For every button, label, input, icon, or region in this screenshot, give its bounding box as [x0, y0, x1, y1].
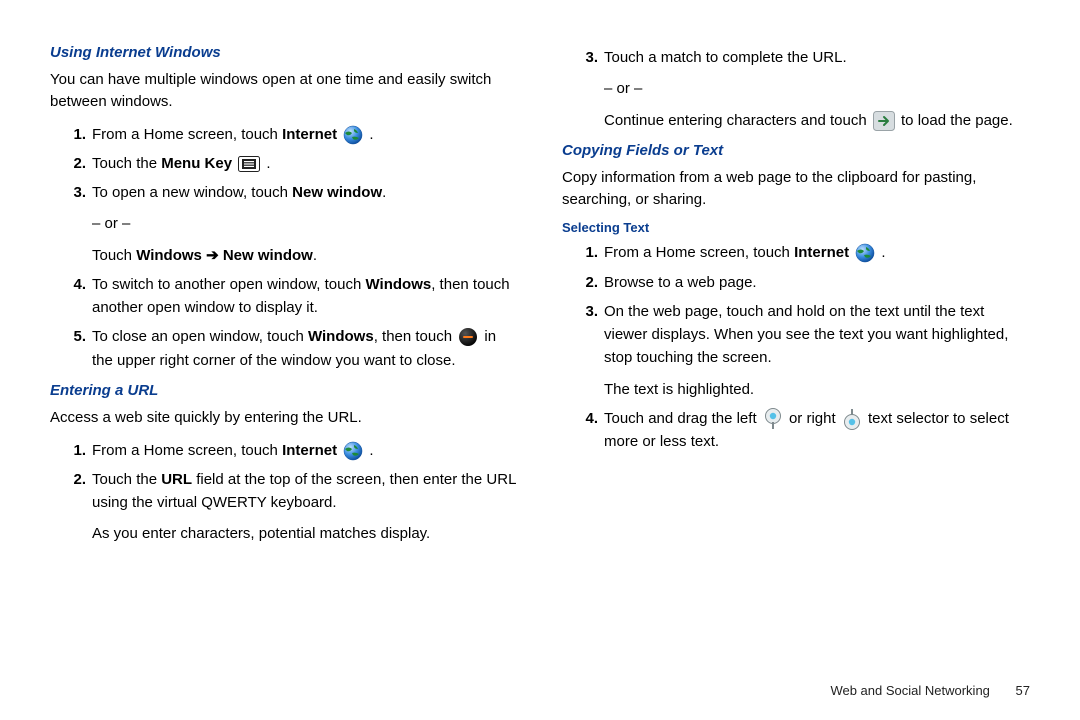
- text-bold: New window: [292, 184, 382, 201]
- text-or: – or –: [604, 77, 1030, 100]
- text: As you enter characters, potential match…: [92, 522, 518, 545]
- steps-using-internet-windows: From a Home screen, touch Internet . Tou…: [50, 123, 518, 372]
- step-item: To close an open window, touch Windows, …: [90, 325, 518, 372]
- arrow-icon: ➔: [202, 247, 223, 264]
- text: To switch to another open window, touch: [92, 276, 366, 293]
- internet-globe-icon: [343, 441, 363, 461]
- text-bold: Menu Key: [161, 155, 232, 172]
- step-item: On the web page, touch and hold on the t…: [602, 300, 1030, 401]
- right-column: Touch a match to complete the URL. – or …: [562, 40, 1030, 720]
- text: , then touch: [374, 328, 457, 345]
- page-footer: Web and Social Networking 57: [830, 683, 1030, 698]
- text: .: [313, 247, 317, 264]
- heading-entering-a-url: Entering a URL: [50, 382, 518, 399]
- text: .: [365, 126, 373, 143]
- step-item: From a Home screen, touch Internet .: [90, 439, 518, 462]
- text: To close an open window, touch: [92, 328, 308, 345]
- text: Touch a match to complete the URL.: [604, 49, 847, 66]
- menu-key-icon: [238, 156, 260, 172]
- text: Touch: [92, 247, 136, 264]
- text: Browse to a web page.: [604, 274, 757, 291]
- text: Touch the: [92, 471, 161, 488]
- step-item: Touch and drag the left or right text se…: [602, 407, 1030, 454]
- step-item: From a Home screen, touch Internet .: [602, 241, 1030, 264]
- text-selector-right-icon: [842, 408, 862, 430]
- text: From a Home screen, touch: [92, 442, 282, 459]
- text: To open a new window, touch: [92, 184, 292, 201]
- steps-entering-a-url-cont: Touch a match to complete the URL. – or …: [562, 46, 1030, 132]
- step-item: Touch the Menu Key .: [90, 152, 518, 175]
- text-bold: Internet: [282, 442, 337, 459]
- text: The text is highlighted.: [604, 378, 1030, 401]
- body-entering-a-url: Access a web site quickly by entering th…: [50, 407, 518, 429]
- text: .: [365, 442, 373, 459]
- step-item: To switch to another open window, touch …: [90, 273, 518, 320]
- text: .: [262, 155, 270, 172]
- text: From a Home screen, touch: [92, 126, 282, 143]
- go-arrow-icon: [873, 111, 895, 131]
- text: From a Home screen, touch: [604, 244, 794, 261]
- left-column: Using Internet Windows You can have mult…: [50, 40, 518, 720]
- text: Touch Windows ➔ New window.: [92, 244, 518, 267]
- text: Continue entering characters and touch t…: [604, 109, 1030, 132]
- text: .: [877, 244, 885, 261]
- text: or right: [789, 410, 840, 427]
- text: Touch the: [92, 155, 161, 172]
- step-item: Touch the URL field at the top of the sc…: [90, 468, 518, 546]
- text-bold: Internet: [794, 244, 849, 261]
- step-item: Browse to a web page.: [602, 271, 1030, 294]
- text: .: [382, 184, 386, 201]
- internet-globe-icon: [343, 125, 363, 145]
- text: to load the page.: [901, 112, 1013, 129]
- text: Touch and drag the left: [604, 410, 761, 427]
- internet-globe-icon: [855, 243, 875, 263]
- text: Continue entering characters and touch: [604, 112, 871, 129]
- steps-selecting-text: From a Home screen, touch Internet . Bro…: [562, 241, 1030, 453]
- footer-section: Web and Social Networking: [830, 683, 989, 698]
- heading-selecting-text: Selecting Text: [562, 220, 1030, 235]
- body-using-internet-windows: You can have multiple windows open at on…: [50, 69, 518, 113]
- text-selector-left-icon: [763, 408, 783, 430]
- text-bold: Internet: [282, 126, 337, 143]
- text-or: – or –: [92, 212, 518, 235]
- text-bold: URL: [161, 471, 192, 488]
- text-bold: Windows: [366, 276, 432, 293]
- text-bold: New window: [223, 247, 313, 264]
- footer-page-number: 57: [1016, 683, 1030, 698]
- step-item: Touch a match to complete the URL. – or …: [602, 46, 1030, 132]
- text-bold: Windows: [136, 247, 202, 264]
- text-bold: Windows: [308, 328, 374, 345]
- step-item: From a Home screen, touch Internet .: [90, 123, 518, 146]
- text: On the web page, touch and hold on the t…: [604, 303, 1008, 367]
- close-window-icon: [458, 327, 478, 347]
- steps-entering-a-url: From a Home screen, touch Internet . Tou…: [50, 439, 518, 546]
- heading-copying-fields-or-text: Copying Fields or Text: [562, 142, 1030, 159]
- step-item: To open a new window, touch New window. …: [90, 181, 518, 267]
- body-copying-fields-or-text: Copy information from a web page to the …: [562, 167, 1030, 211]
- heading-using-internet-windows: Using Internet Windows: [50, 44, 518, 61]
